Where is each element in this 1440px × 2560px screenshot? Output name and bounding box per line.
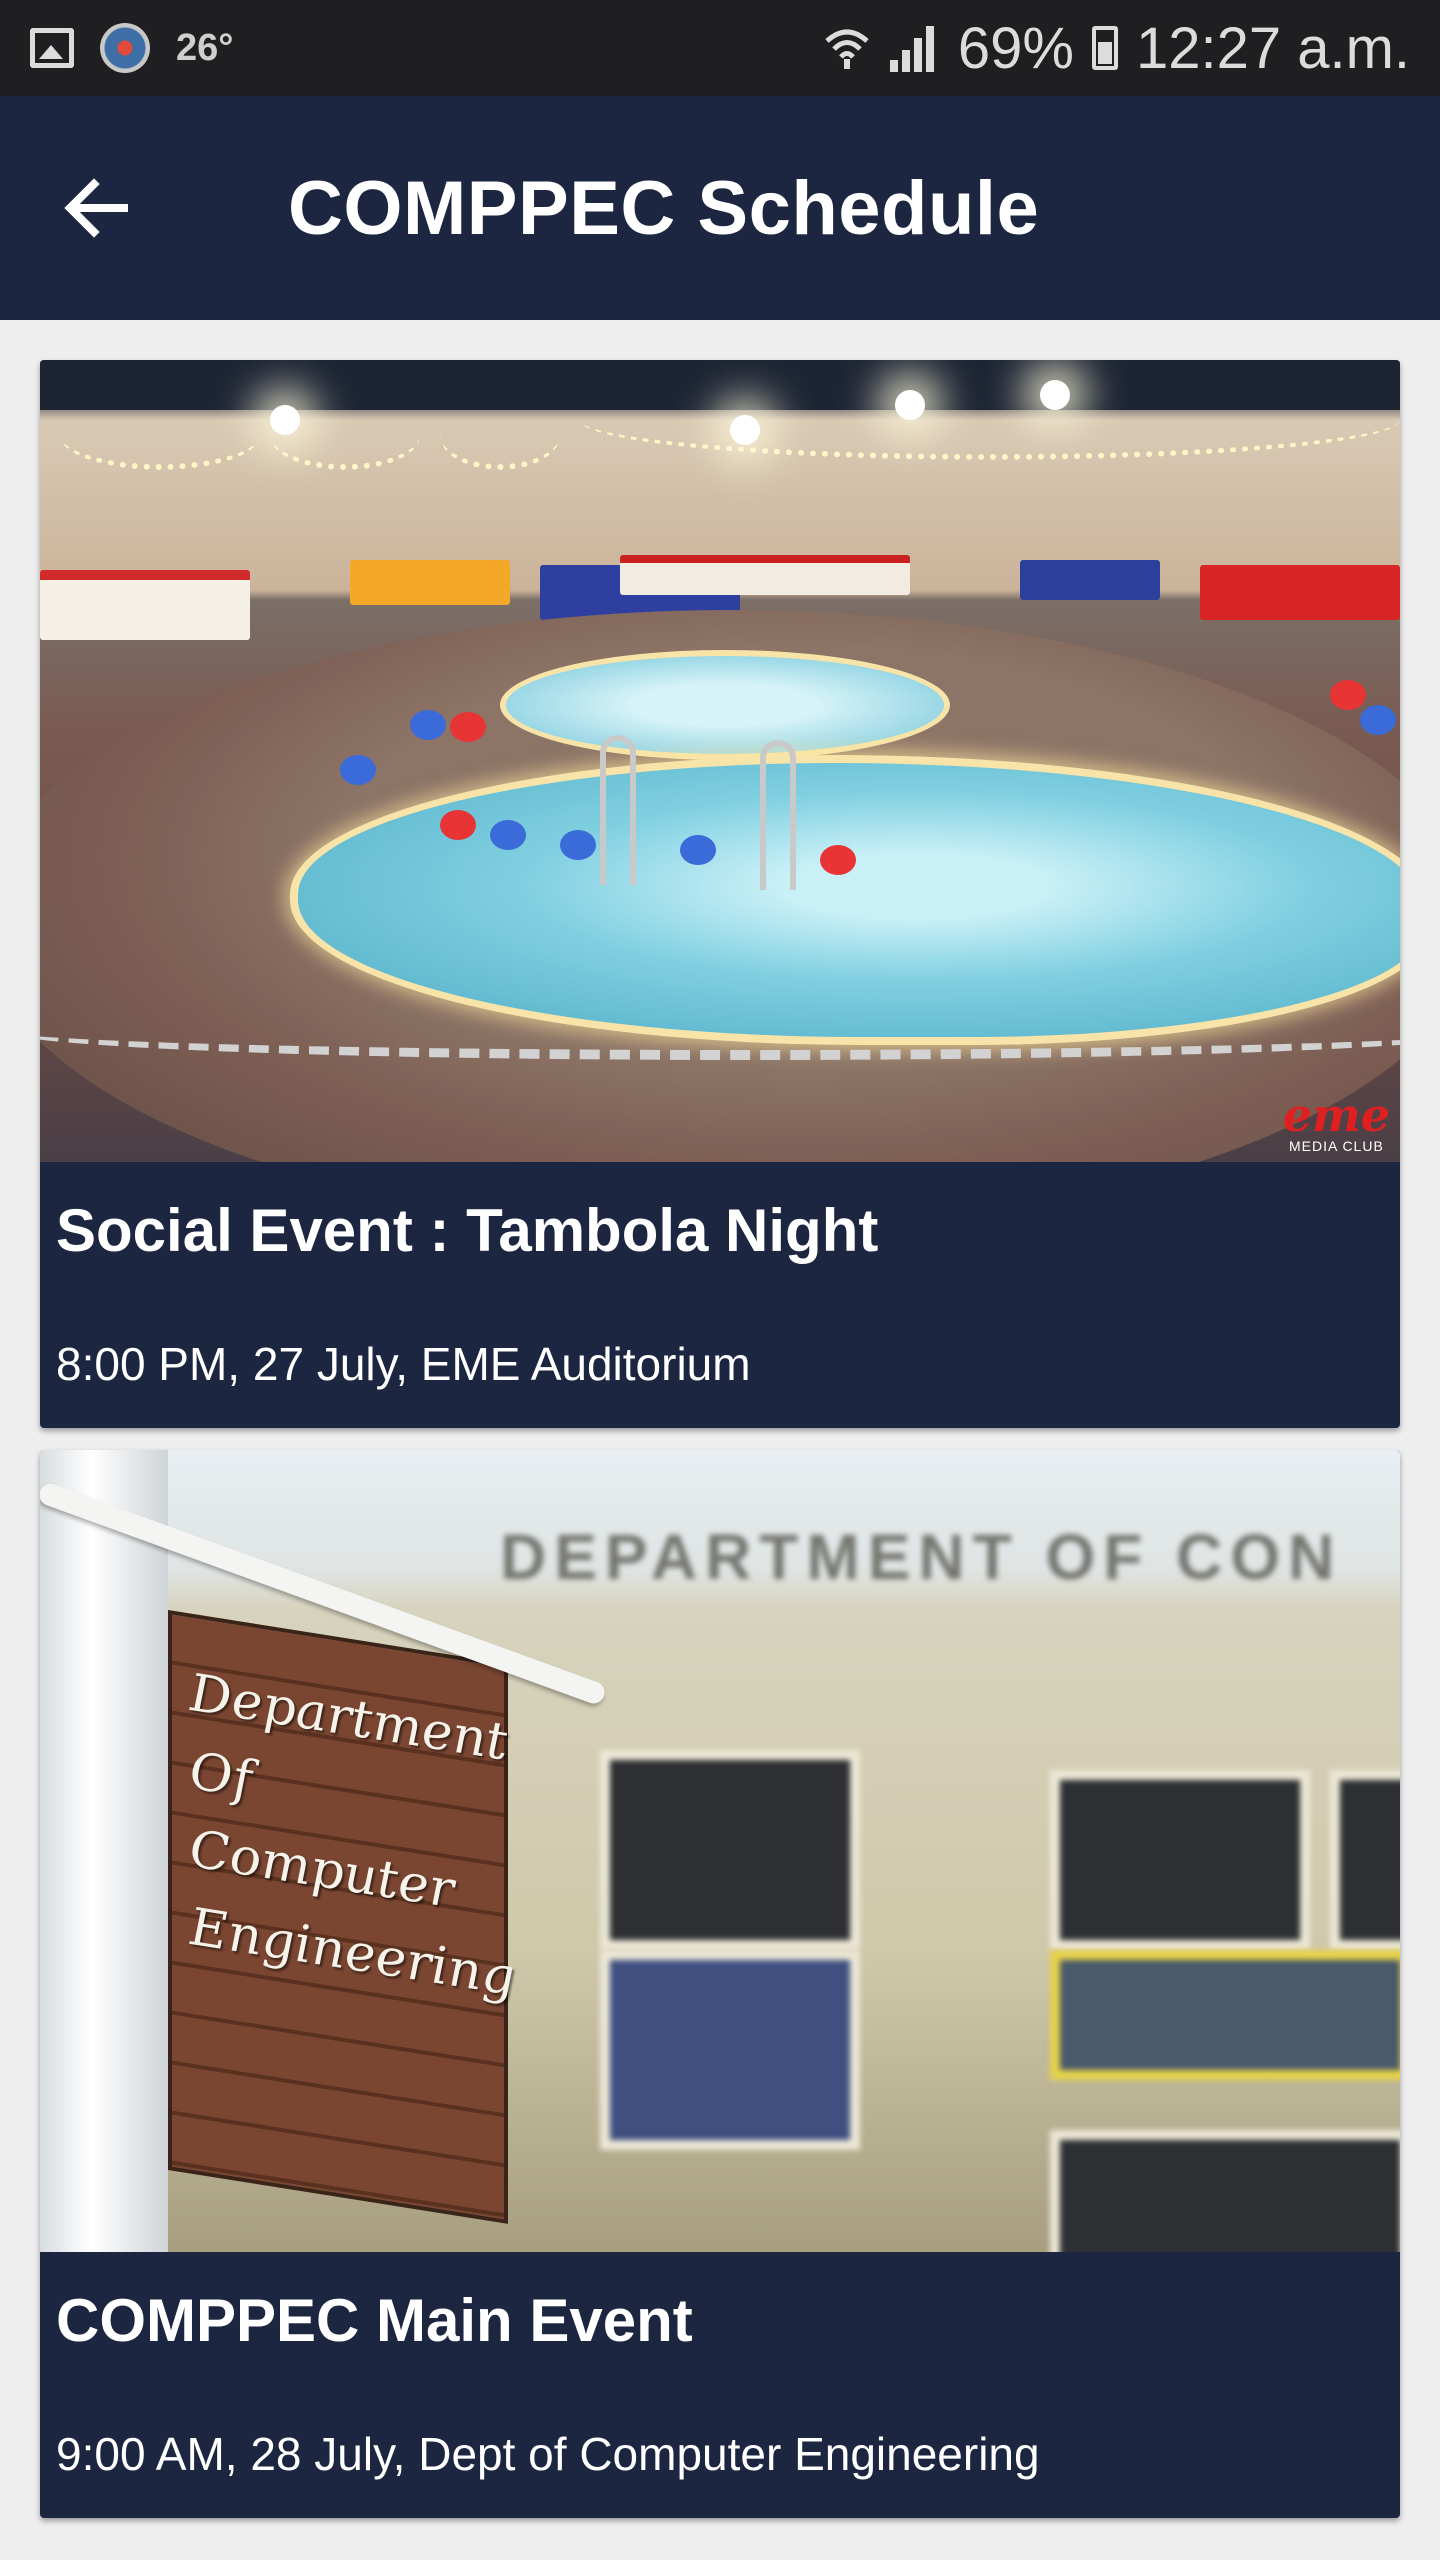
event-details: 9:00 AM, 28 July, Dept of Computer Engin… bbox=[56, 2428, 1040, 2480]
app-bar: COMPPEC Schedule bbox=[0, 96, 1440, 320]
battery-icon bbox=[1091, 26, 1118, 70]
status-left-icons: 26° bbox=[30, 23, 233, 73]
temperature-text: 26° bbox=[176, 26, 234, 69]
pool-party-photo: eme MEDIA CLUB bbox=[40, 360, 1400, 1162]
arrow-back-icon bbox=[64, 178, 128, 238]
event-title: Social Event : Tambola Night bbox=[56, 1197, 879, 1264]
event-card-main-event[interactable]: DEPARTMENT OF CON Department Of Computer… bbox=[40, 1450, 1400, 2518]
event-card-body: Social Event : Tambola Night 8:00 PM, 27… bbox=[40, 1196, 1400, 1391]
status-right-icons: 69% 12:27 a.m. bbox=[824, 15, 1410, 82]
back-button[interactable] bbox=[46, 158, 146, 258]
page-title: COMPPEC Schedule bbox=[288, 165, 1040, 251]
event-image-department-sign: DEPARTMENT OF CON Department Of Computer… bbox=[40, 1450, 1400, 2252]
department-building-photo: DEPARTMENT OF CON Department Of Computer… bbox=[40, 1450, 1400, 2252]
battery-percent: 69% bbox=[957, 15, 1074, 81]
event-title: COMPPEC Main Event bbox=[56, 2287, 693, 2354]
event-image-pool-party: eme MEDIA CLUB bbox=[40, 360, 1400, 1162]
event-card-tambola-night[interactable]: eme MEDIA CLUB Social Event : Tambola Ni… bbox=[40, 360, 1400, 1428]
status-bar: 26° 69% 12:27 a.m. bbox=[0, 0, 1440, 96]
weather-app-icon bbox=[100, 23, 150, 73]
wifi-icon bbox=[825, 29, 869, 69]
event-details: 8:00 PM, 27 July, EME Auditorium bbox=[56, 1338, 751, 1390]
signal-icon bbox=[889, 26, 934, 72]
media-club-watermark: eme MEDIA CLUB bbox=[1282, 1088, 1390, 1154]
department-sign: Department Of Computer Engineering bbox=[190, 1662, 515, 2009]
clock-time: 12:27 a.m. bbox=[1135, 15, 1410, 81]
gallery-notification-icon bbox=[30, 28, 74, 68]
event-card-body: COMPPEC Main Event 9:00 AM, 28 July, Dep… bbox=[40, 2286, 1400, 2481]
